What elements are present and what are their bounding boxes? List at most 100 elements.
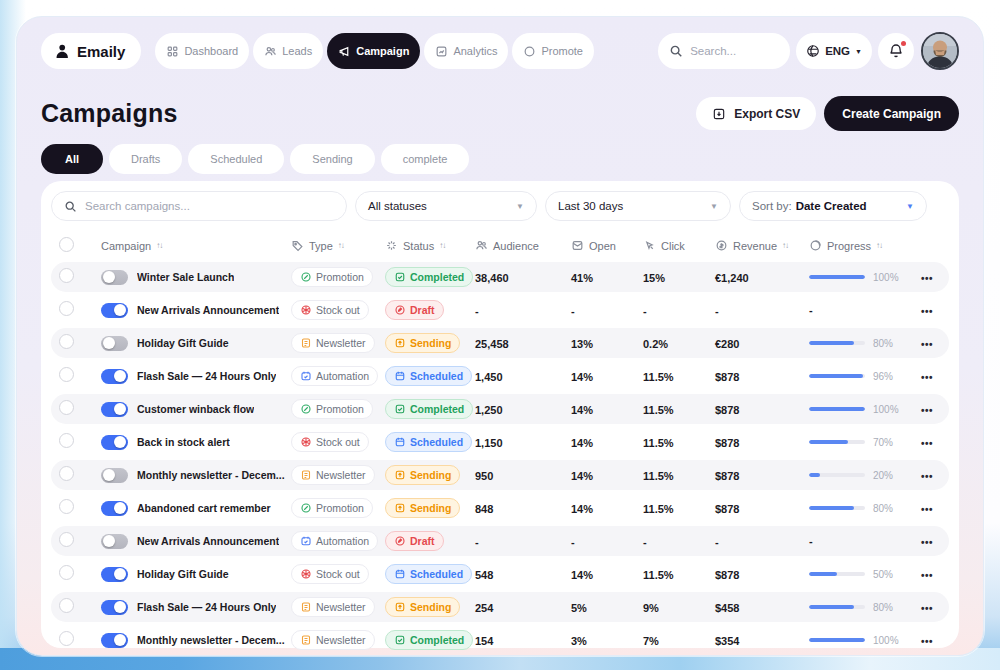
page-title: Campaigns <box>41 99 178 128</box>
row-menu-button[interactable]: ••• <box>921 438 933 449</box>
row-checkbox[interactable] <box>59 301 74 316</box>
progress-bar <box>809 374 865 378</box>
row-checkbox[interactable] <box>59 631 74 646</box>
status-filter-select[interactable]: All statuses ▼ <box>355 191 537 221</box>
globe-icon <box>806 44 820 58</box>
table-row: Winter Sale LaunchPromotionCompleted38,4… <box>51 262 949 292</box>
status-label: Sending <box>410 502 451 514</box>
progress-label: 20% <box>873 470 893 481</box>
row-menu-button[interactable]: ••• <box>921 504 933 515</box>
nav-tab-leads[interactable]: Leads <box>253 33 323 69</box>
status-filter-value: All statuses <box>368 200 427 212</box>
column-header-progress[interactable]: Progress↑↓ <box>809 239 901 252</box>
sort-select[interactable]: Sort by:Date Created ▼ <box>739 191 927 221</box>
column-header-revenue[interactable]: Revenue↑↓ <box>715 239 809 252</box>
row-menu-button[interactable]: ••• <box>921 339 933 350</box>
table-header-row: Campaign↑↓Type↑↓Status↑↓AudienceOpenClic… <box>51 231 949 262</box>
promotion-icon <box>300 502 312 514</box>
completed-icon <box>394 634 406 646</box>
progress-cell: 80% <box>809 338 901 349</box>
user-avatar[interactable] <box>921 32 959 70</box>
campaign-toggle[interactable] <box>101 336 128 351</box>
language-selector[interactable]: ENG ▼ <box>796 33 872 69</box>
select-all-checkbox[interactable] <box>59 237 74 252</box>
campaign-name: Customer winback flow <box>137 403 254 415</box>
row-menu-button[interactable]: ••• <box>921 537 933 548</box>
chart-icon <box>435 45 448 58</box>
campaign-name: Flash Sale — 24 Hours Only <box>137 370 276 382</box>
row-menu-button[interactable]: ••• <box>921 570 933 581</box>
row-checkbox[interactable] <box>59 532 74 547</box>
column-header-status[interactable]: Status↑↓ <box>385 239 475 252</box>
row-checkbox[interactable] <box>59 598 74 613</box>
column-header-campaign[interactable]: Campaign↑↓ <box>101 240 291 252</box>
campaign-toggle[interactable] <box>101 633 128 648</box>
search-icon <box>669 44 683 58</box>
row-checkbox[interactable] <box>59 367 74 382</box>
row-menu-button[interactable]: ••• <box>921 372 933 383</box>
open-rate: 14% <box>571 470 593 482</box>
campaign-toggle[interactable] <box>101 369 128 384</box>
filter-tab-scheduled[interactable]: Scheduled <box>188 144 284 174</box>
filter-tab-drafts[interactable]: Drafts <box>109 144 182 174</box>
create-campaign-button[interactable]: Create Campaign <box>824 96 959 131</box>
campaign-toggle[interactable] <box>101 567 128 582</box>
campaign-toggle[interactable] <box>101 468 128 483</box>
row-checkbox[interactable] <box>59 400 74 415</box>
type-label: Stock out <box>316 304 360 316</box>
completed-icon <box>394 271 406 283</box>
campaign-toggle[interactable] <box>101 402 128 417</box>
filter-tab-complete[interactable]: complete <box>381 144 470 174</box>
revenue-value: $878 <box>715 470 739 482</box>
row-checkbox[interactable] <box>59 433 74 448</box>
status-badge: Completed <box>385 399 473 419</box>
campaign-toggle[interactable] <box>101 270 128 285</box>
date-range-select[interactable]: Last 30 days ▼ <box>545 191 731 221</box>
scheduled-icon <box>394 370 406 382</box>
row-checkbox[interactable] <box>59 565 74 580</box>
campaign-toggle[interactable] <box>101 303 128 318</box>
nav-tab-promote[interactable]: Promote <box>512 33 594 69</box>
row-checkbox[interactable] <box>59 499 74 514</box>
export-csv-button[interactable]: Export CSV <box>696 97 816 130</box>
progress-label: 96% <box>873 371 893 382</box>
column-header-open: Open <box>571 239 643 252</box>
audience-value: - <box>475 305 479 317</box>
campaign-toggle[interactable] <box>101 600 128 615</box>
filter-tab-all[interactable]: All <box>41 144 103 174</box>
row-menu-button[interactable]: ••• <box>921 471 933 482</box>
campaign-search-input[interactable]: Search campaigns... <box>51 191 347 221</box>
row-menu-button[interactable]: ••• <box>921 306 933 317</box>
open-rate: 5% <box>571 602 587 614</box>
person-icon <box>53 43 70 60</box>
campaign-toggle[interactable] <box>101 501 128 516</box>
type-label: Promotion <box>316 502 364 514</box>
nav-tab-dashboard[interactable]: Dashboard <box>155 33 249 69</box>
row-menu-button[interactable]: ••• <box>921 405 933 416</box>
nav-tab-campaign[interactable]: Campaign <box>327 33 420 69</box>
nav-tab-label: Dashboard <box>184 45 238 57</box>
table-controls: Search campaigns... All statuses ▼ Last … <box>51 191 949 221</box>
row-menu-button[interactable]: ••• <box>921 636 933 647</box>
revenue-value: $878 <box>715 404 739 416</box>
sort-arrows-icon: ↑↓ <box>782 241 788 250</box>
row-checkbox[interactable] <box>59 334 74 349</box>
brand-logo[interactable]: Emaily <box>41 33 141 69</box>
nav-tab-analytics[interactable]: Analytics <box>424 33 508 69</box>
campaign-toggle[interactable] <box>101 534 128 549</box>
row-menu-button[interactable]: ••• <box>921 273 933 284</box>
global-search-input[interactable]: Search... <box>658 33 790 69</box>
progress-label: 70% <box>873 437 893 448</box>
progress-cell: 50% <box>809 569 901 580</box>
row-checkbox[interactable] <box>59 268 74 283</box>
notifications-button[interactable] <box>878 33 914 69</box>
campaign-toggle[interactable] <box>101 435 128 450</box>
row-menu-button[interactable]: ••• <box>921 603 933 614</box>
type-badge: Automation <box>291 531 378 551</box>
filter-tab-sending[interactable]: Sending <box>290 144 374 174</box>
column-header-type[interactable]: Type↑↓ <box>291 239 385 252</box>
type-badge: Automation <box>291 366 378 386</box>
row-checkbox[interactable] <box>59 466 74 481</box>
campaign-search-placeholder: Search campaigns... <box>85 200 190 212</box>
sending-icon <box>394 601 406 613</box>
